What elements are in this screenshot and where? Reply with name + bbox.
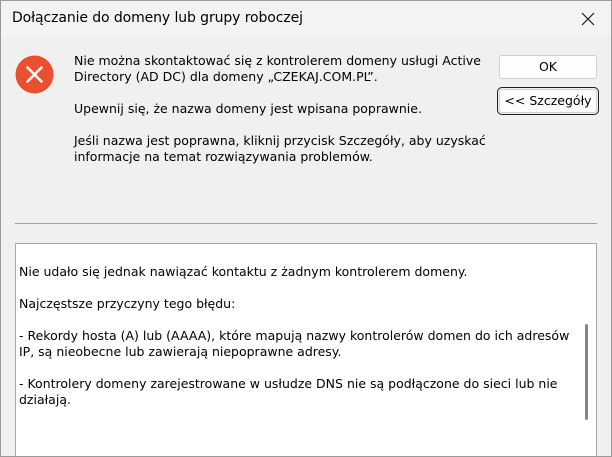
title-bar: Dołączanie do domeny lub grupy roboczej [1, 1, 611, 37]
vertical-scrollbar[interactable] [578, 244, 596, 456]
message-line-1: Nie można skontaktować się z kontrolerem… [74, 53, 481, 84]
divider [15, 223, 597, 224]
ok-button[interactable]: OK [499, 55, 597, 79]
dialog-title: Dołączanie do domeny lub grupy roboczej [12, 10, 303, 26]
close-button[interactable] [565, 1, 611, 37]
dialog-window: Dołączanie do domeny lub grupy roboczej … [0, 0, 612, 457]
message-line-2: Upewnij się, że nazwa domeny jest wpisan… [74, 101, 422, 116]
details-text-area[interactable]: Nie udało się jednak nawiązać kontaktu z… [15, 243, 597, 456]
error-icon [15, 55, 54, 94]
details-paragraph-4: - Kontrolery domeny zarejestrowane w usł… [19, 376, 558, 407]
details-paragraph-3: - Rekordy hosta (A) lub (AAAA), które ma… [19, 328, 570, 359]
scrollbar-thumb[interactable] [585, 324, 588, 420]
details-paragraph-1: Nie udało się jednak nawiązać kontaktu z… [19, 264, 468, 279]
details-button[interactable]: << Szczegóły [497, 87, 599, 115]
message-line-3: Jeśli nazwa jest poprawna, kliknij przyc… [74, 133, 486, 164]
error-message: Nie można skontaktować się z kontrolerem… [74, 53, 494, 181]
close-icon [581, 12, 595, 26]
details-paragraph-2: Najczęstsze przyczyny tego błędu: [19, 296, 236, 311]
details-content: Nie udało się jednak nawiązać kontaktu z… [19, 264, 574, 424]
